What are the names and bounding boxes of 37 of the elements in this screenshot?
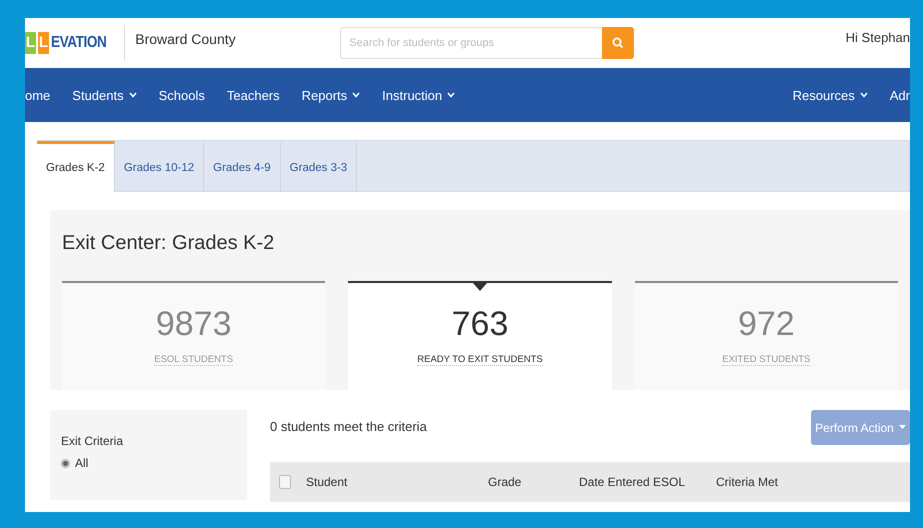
user-greeting[interactable]: Hi Stephan <box>846 30 910 44</box>
nav-item[interactable]: ome <box>25 88 62 102</box>
stat-label: EXITED STUDENTS <box>722 354 810 366</box>
stat-value: 9873 <box>156 305 232 344</box>
grade-tab[interactable]: Grades K-2 <box>37 141 115 192</box>
nav-item[interactable]: Teachers <box>216 88 291 102</box>
nav-item[interactable]: Adr <box>878 88 910 102</box>
caret-icon <box>898 425 906 430</box>
stat-label: ESOL STUDENTS <box>154 354 234 366</box>
result-count: 0 students meet the criteria <box>270 419 427 436</box>
nav-item[interactable]: Resources <box>782 88 879 102</box>
checkbox[interactable] <box>279 475 291 489</box>
filter-title: Exit Criteria <box>61 434 124 448</box>
stat-value: 763 <box>452 305 508 344</box>
logo[interactable]: L L EVATION <box>25 32 116 54</box>
column-header[interactable]: Grade <box>488 475 579 489</box>
caret-icon <box>860 92 868 98</box>
nav-item[interactable]: Schools <box>148 88 216 102</box>
nav-item[interactable]: Instruction <box>371 88 466 102</box>
stat-card[interactable]: 763 READY TO EXIT STUDENTS <box>348 281 612 390</box>
search-button[interactable] <box>602 27 634 59</box>
column-header[interactable]: Student <box>306 475 488 489</box>
caret-icon <box>128 92 137 98</box>
stat-label: READY TO EXIT STUDENTS <box>417 354 543 366</box>
search-field[interactable]: Search for students or groups <box>340 27 602 59</box>
page-title: Exit Center: Grades K-2 <box>62 231 276 256</box>
nav-item[interactable]: Students <box>61 88 148 102</box>
stat-value: 972 <box>738 305 795 344</box>
district-name: Broward County <box>135 31 237 47</box>
pointer-icon <box>472 283 487 291</box>
caret-icon <box>447 92 456 98</box>
search-icon <box>612 37 624 49</box>
column-header[interactable]: Criteria Met <box>716 475 836 489</box>
column-header[interactable]: Date Entered ESOL <box>579 475 716 489</box>
radio-option[interactable]: All <box>61 456 236 470</box>
caret-icon <box>352 92 360 98</box>
nav-item[interactable]: Reports <box>290 88 372 102</box>
